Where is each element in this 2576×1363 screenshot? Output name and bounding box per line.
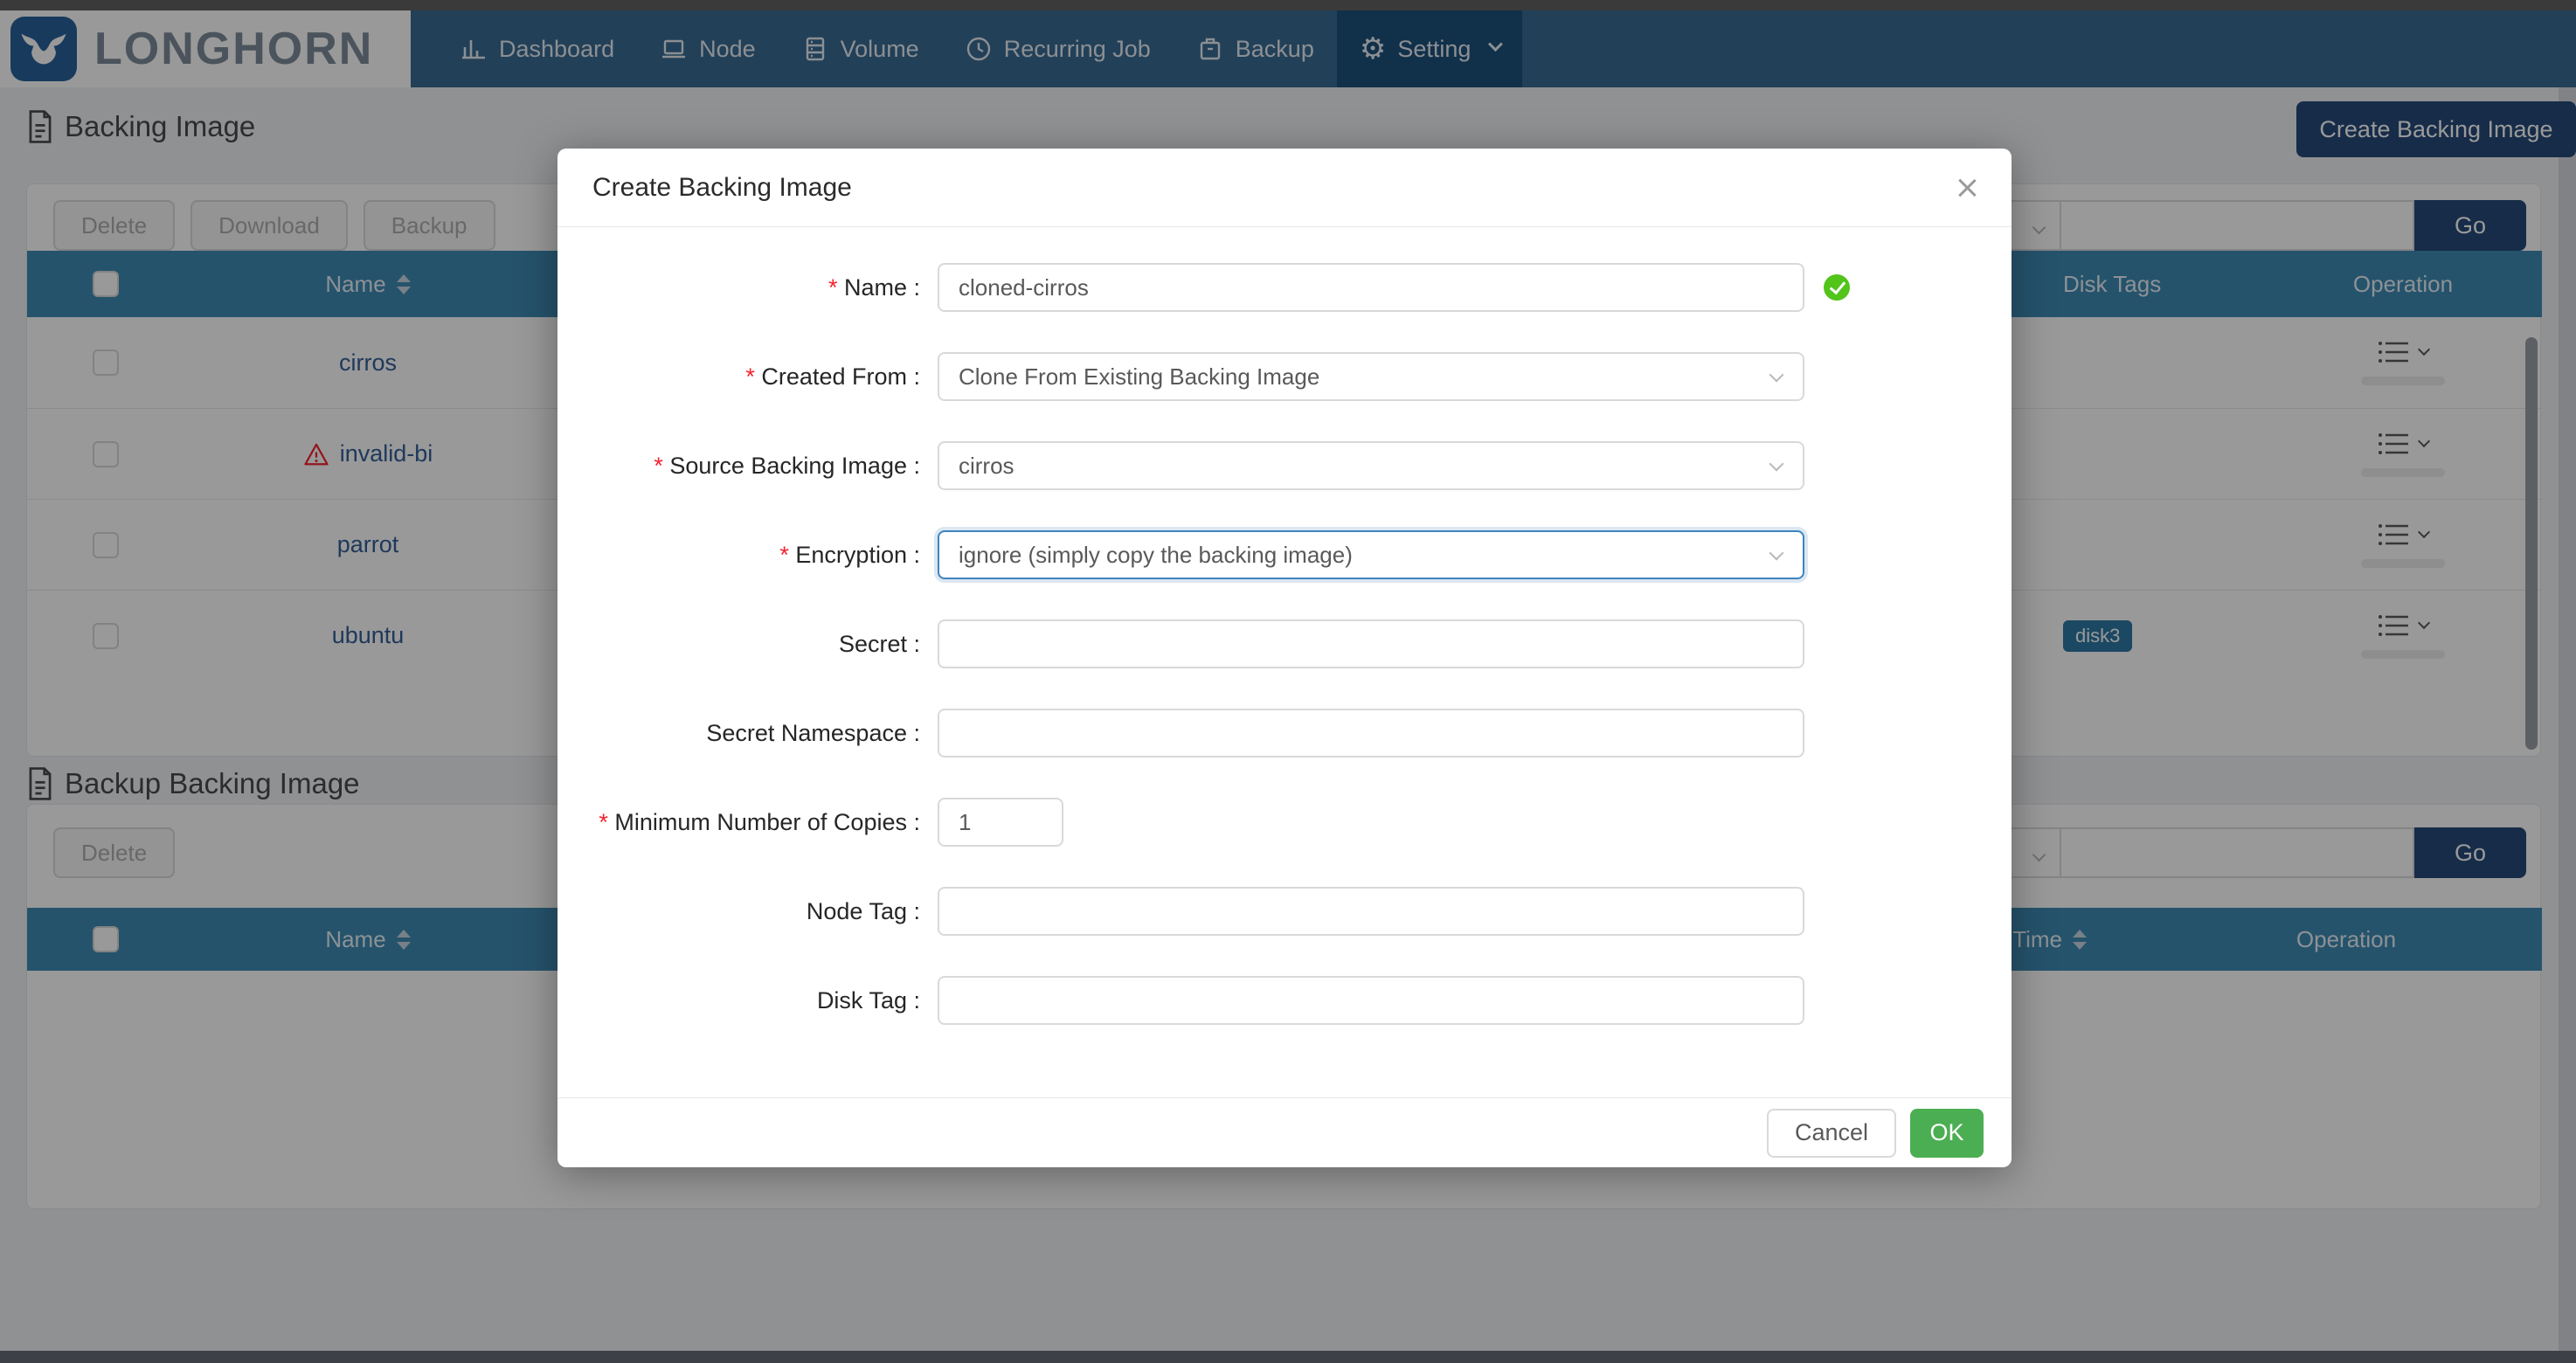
field-label: Node Tag bbox=[557, 898, 920, 925]
form-row-name: Name bbox=[557, 263, 2012, 312]
chevron-down-icon bbox=[1769, 457, 1784, 472]
name-input[interactable] bbox=[938, 263, 1804, 312]
form-row-source-backing-image: Source Backing Image cirros bbox=[557, 441, 2012, 490]
field-label: Encryption bbox=[557, 542, 920, 569]
form-row-encryption: Encryption ignore (simply copy the backi… bbox=[557, 530, 2012, 579]
secret-input[interactable] bbox=[938, 619, 1804, 668]
ok-button[interactable]: OK bbox=[1910, 1109, 1984, 1158]
create-backing-image-modal: Create Backing Image Name Created From C… bbox=[557, 149, 2012, 1167]
secret-namespace-input[interactable] bbox=[938, 709, 1804, 758]
modal-header: Create Backing Image bbox=[557, 149, 2012, 227]
minimum-copies-input[interactable] bbox=[938, 798, 1063, 847]
form-row-secret-namespace: Secret Namespace bbox=[557, 709, 2012, 758]
modal-footer: Cancel OK bbox=[557, 1097, 2012, 1167]
field-label: Disk Tag bbox=[557, 987, 920, 1014]
node-tag-input[interactable] bbox=[938, 887, 1804, 936]
encryption-select[interactable]: ignore (simply copy the backing image) bbox=[938, 530, 1804, 579]
chevron-down-icon bbox=[1769, 368, 1784, 383]
close-icon[interactable] bbox=[1952, 173, 1982, 203]
field-label: Name bbox=[557, 274, 920, 301]
created-from-select[interactable]: Clone From Existing Backing Image bbox=[938, 352, 1804, 401]
field-label: Created From bbox=[557, 363, 920, 391]
form-row-node-tag: Node Tag bbox=[557, 887, 2012, 936]
field-label: Source Backing Image bbox=[557, 453, 920, 480]
field-label: Secret bbox=[557, 631, 920, 658]
form-row-minimum-copies: Minimum Number of Copies bbox=[557, 798, 2012, 847]
form-row-secret: Secret bbox=[557, 619, 2012, 668]
modal-body: Name Created From Clone From Existing Ba… bbox=[557, 227, 2012, 1097]
valid-check-icon bbox=[1824, 274, 1850, 301]
form-row-disk-tag: Disk Tag bbox=[557, 976, 2012, 1025]
form-row-created-from: Created From Clone From Existing Backing… bbox=[557, 352, 2012, 401]
modal-title: Create Backing Image bbox=[592, 149, 852, 227]
longhorn-app: LONGHORN Dashboard Node Volume Recurring… bbox=[0, 0, 2576, 1363]
field-label: Minimum Number of Copies bbox=[557, 809, 920, 836]
disk-tag-input[interactable] bbox=[938, 976, 1804, 1025]
cancel-button[interactable]: Cancel bbox=[1767, 1109, 1896, 1158]
field-label: Secret Namespace bbox=[557, 720, 920, 747]
chevron-down-icon bbox=[1769, 546, 1784, 561]
source-backing-image-select[interactable]: cirros bbox=[938, 441, 1804, 490]
